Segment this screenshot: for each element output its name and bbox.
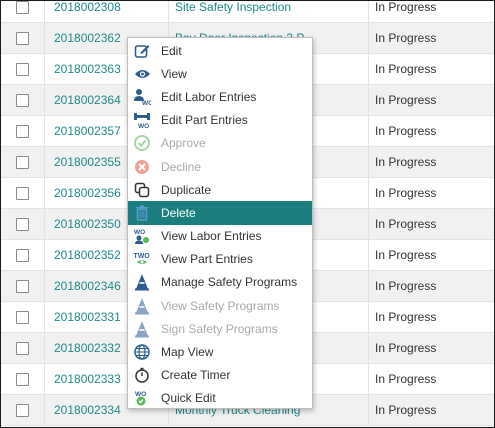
row-checkbox-cell [1,364,45,394]
safety-cone-icon [133,273,151,291]
row-checkbox-cell [1,271,45,301]
menu-item-label: Edit Part Entries [161,113,248,128]
menu-item-label: View Safety Programs [161,298,280,313]
row-checkbox[interactable] [16,93,29,107]
menu-item-label: View [161,66,187,81]
work-order-status: In Progress [375,217,437,231]
work-order-status: In Progress [375,310,437,324]
view-part-two-icon: TWO [133,250,151,268]
row-checkbox-cell [1,85,45,115]
row-checkbox-cell [1,23,45,53]
work-order-status: In Progress [375,62,437,76]
row-checkbox-cell [1,116,45,146]
safety-cone-sign-icon [133,320,151,338]
menu-item-delete[interactable]: Delete [128,201,312,225]
context-menu: Edit View WO Edit Labor Entries WO Edit Part … [127,37,313,409]
approve-check-icon [133,134,151,152]
work-order-status: In Progress [375,341,437,355]
row-checkbox[interactable] [16,155,29,169]
row-checkbox-cell [1,395,45,425]
duplicate-icon [133,181,151,199]
row-checkbox[interactable] [16,248,29,262]
work-order-status: In Progress [375,31,437,45]
work-order-status: In Progress [375,155,437,169]
menu-item-label: Manage Safety Programs [161,275,298,290]
row-checkbox-cell [1,333,45,363]
menu-item-create-timer[interactable]: Create Timer [128,364,312,387]
row-checkbox[interactable] [16,124,29,138]
menu-item-edit-part-entries[interactable]: WO Edit Part Entries [128,109,312,132]
menu-item-view[interactable]: View [128,62,312,85]
row-checkbox[interactable] [16,310,29,324]
row-checkbox-cell [1,54,45,84]
work-order-status: In Progress [375,248,437,262]
menu-item-manage-safety-programs[interactable]: Manage Safety Programs [128,271,312,294]
menu-item-label: View Labor Entries [161,229,262,244]
menu-item-label: Map View [161,345,214,360]
work-order-number-link[interactable]: 2018002308 [45,1,169,22]
row-checkbox-cell [1,302,45,332]
safety-cone-view-icon [133,297,151,315]
menu-item-edit-labor-entries[interactable]: WO Edit Labor Entries [128,85,312,108]
menu-item-decline: Decline [128,155,312,178]
edit-icon [133,42,151,60]
menu-item-view-safety-programs: View Safety Programs [128,294,312,317]
menu-item-label: View Part Entries [161,252,253,267]
work-order-status: In Progress [375,93,437,107]
menu-item-label: Quick Edit [161,391,216,406]
menu-item-label: Edit [161,43,182,58]
svg-text:WO: WO [134,229,145,236]
eye-icon [133,65,151,83]
row-checkbox-cell [1,178,45,208]
row-checkbox[interactable] [16,1,29,14]
labor-wo-icon: WO [133,88,151,106]
row-checkbox-cell [1,147,45,177]
table-row[interactable]: 2018002308 Site Safety Inspection In Progr… [1,0,494,23]
svg-text:WO: WO [142,100,151,106]
row-checkbox[interactable] [16,341,29,355]
globe-icon [133,343,151,361]
menu-item-quick-edit[interactable]: WO Quick Edit [128,387,312,410]
timer-icon [133,366,151,384]
view-labor-wo-icon: WO [133,227,151,245]
work-order-status: In Progress [375,0,437,14]
work-order-status: In Progress [375,186,437,200]
menu-item-label: Approve [161,136,206,151]
work-order-status: In Progress [375,403,437,417]
menu-item-duplicate[interactable]: Duplicate [128,178,312,201]
menu-item-label: Create Timer [161,368,231,383]
menu-item-view-labor-entries[interactable]: WO View Labor Entries [128,225,312,248]
window-frame: 2018002308 Site Safety Inspection In Progr… [0,0,495,428]
menu-item-map-view[interactable]: Map View [128,340,312,363]
svg-text:WO: WO [138,123,149,129]
row-checkbox-cell [1,209,45,239]
work-order-description-link[interactable]: Site Safety Inspection [169,1,369,22]
menu-item-edit[interactable]: Edit [128,39,312,62]
work-order-status: In Progress [375,279,437,293]
row-checkbox[interactable] [16,279,29,293]
menu-item-label: Edit Labor Entries [161,89,257,104]
row-checkbox-cell [1,1,45,22]
menu-item-sign-safety-programs: Sign Safety Programs [128,317,312,340]
row-checkbox[interactable] [16,186,29,200]
menu-item-view-part-entries[interactable]: TWO View Part Entries [128,248,312,271]
row-checkbox[interactable] [16,62,29,76]
menu-item-label: Decline [161,159,202,174]
row-checkbox[interactable] [16,31,29,45]
menu-item-label: Delete [161,205,196,220]
row-checkbox[interactable] [16,403,29,417]
row-checkbox[interactable] [16,372,29,386]
quick-edit-wo-icon: WO [133,389,151,407]
work-order-status: In Progress [375,124,437,138]
trash-icon [133,204,151,222]
part-wo-icon: WO [133,111,151,129]
row-checkbox[interactable] [16,217,29,231]
work-order-status: In Progress [375,372,437,386]
decline-x-icon [133,158,151,176]
row-checkbox-cell [1,240,45,270]
menu-item-approve: Approve [128,132,312,155]
menu-item-label: Sign Safety Programs [161,321,278,336]
svg-text:TWO: TWO [134,253,151,260]
menu-item-label: Duplicate [161,182,212,197]
